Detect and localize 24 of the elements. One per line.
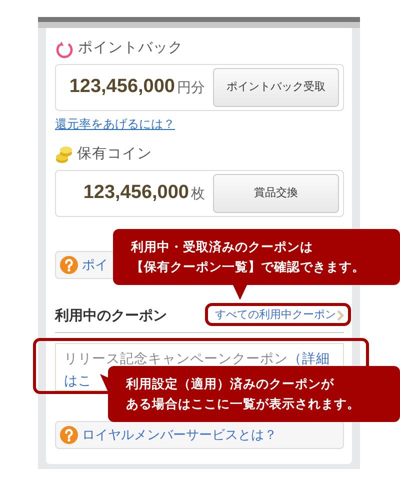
amount: 123,456,000	[69, 75, 175, 100]
link[interactable]: 還元率をあげるには？	[55, 115, 175, 133]
unit-label: 枚	[191, 184, 205, 202]
section-title: 保有コイン	[77, 144, 152, 164]
callout-text: 利用中・受取済みのクーポンは	[131, 239, 314, 256]
detail-link[interactable]: はこ	[64, 372, 92, 388]
refresh-icon	[55, 40, 74, 58]
pointback-button[interactable]: ポイントバック受取	[213, 68, 339, 107]
detail-link[interactable]: （詳細	[288, 350, 330, 366]
section-title: 利用中のクーポン	[55, 306, 167, 324]
coins-icon	[55, 145, 73, 164]
all-coupons-link[interactable]: すべての利用中クーポン	[215, 306, 344, 324]
section-title: ポイントバック	[78, 39, 183, 58]
amount: 123,456,000	[83, 180, 189, 205]
chevron-icon	[337, 310, 344, 320]
callout-text: 【保有クーポン一覧】で確認できます。	[131, 259, 366, 276]
question-icon	[60, 256, 78, 274]
help-link[interactable]: ロイヤルメンバーサービスとは？	[55, 420, 344, 448]
coupon-name: リリース記念キャンペーンクーポン	[64, 350, 288, 366]
exchange-button[interactable]: 賞品交換	[213, 174, 339, 212]
unit-label: 円分	[177, 78, 205, 97]
callout-text: ある場合はここに一覧が表示されます。	[126, 396, 361, 413]
question-icon	[60, 426, 78, 444]
callout-text: 利用設定（適用）済みのクーポンが	[126, 376, 335, 393]
